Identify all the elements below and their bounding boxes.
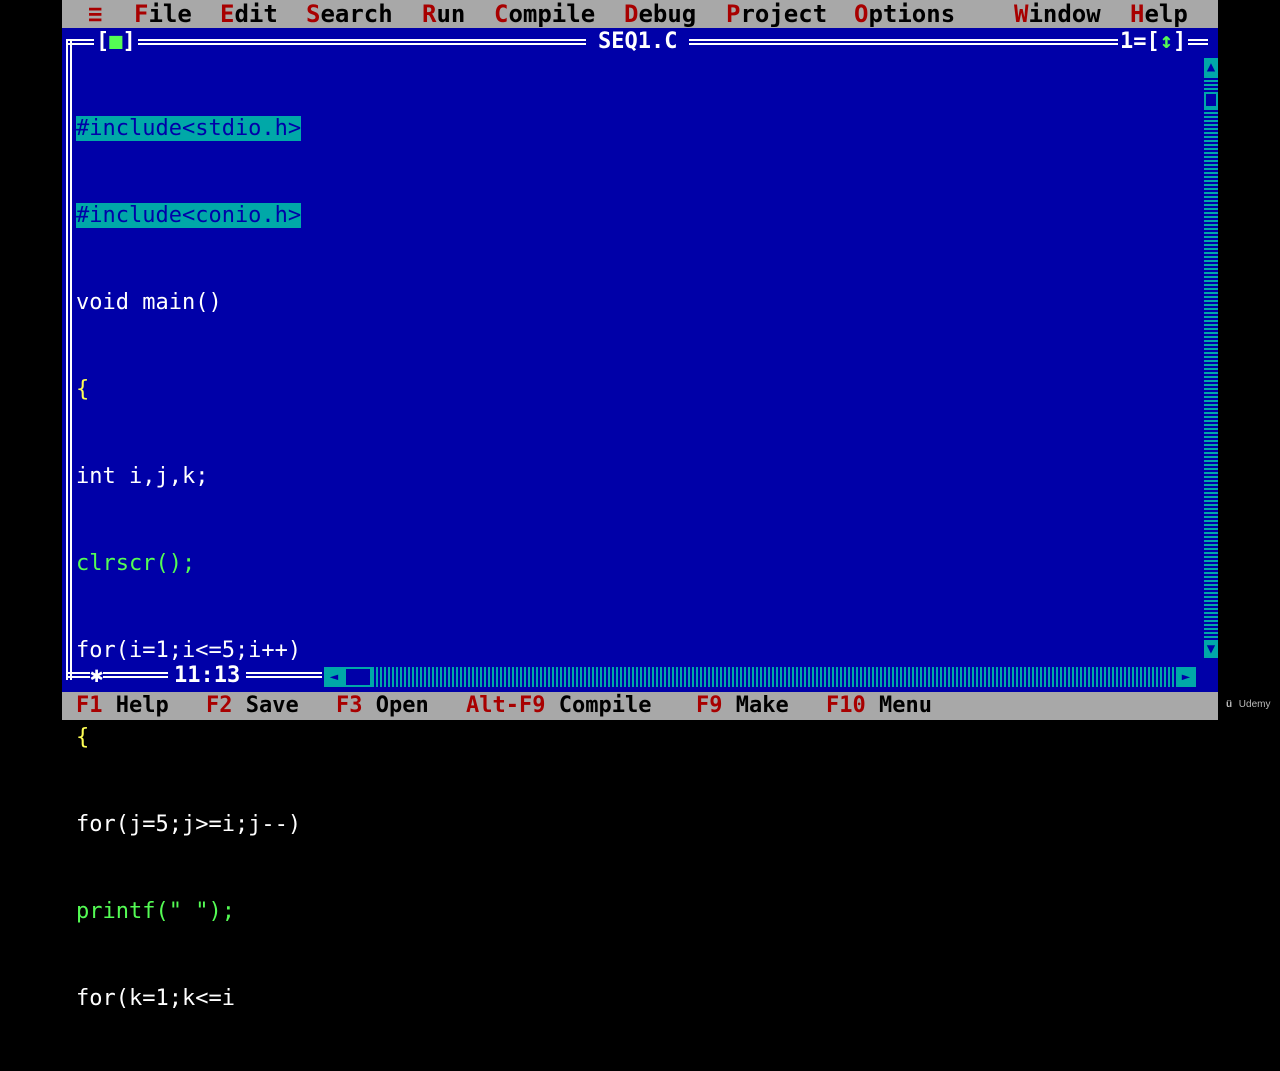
code-line-text: #include<conio.h> <box>76 203 302 228</box>
menu-help[interactable]: Help <box>1130 0 1188 28</box>
udemy-logo-icon: ü <box>1225 699 1233 710</box>
code-line-text: for(k=1;k<=i <box>76 986 235 1011</box>
code-line: { <box>76 375 1202 404</box>
code-line-text: { <box>76 725 90 750</box>
menu-search-label: earch <box>320 0 393 28</box>
code-line: { <box>76 723 1202 752</box>
code-line-text: void main() <box>76 290 222 315</box>
menu-help-label: elp <box>1144 0 1188 28</box>
menu-window[interactable]: Window <box>1014 0 1101 28</box>
menu-edit-label: dit <box>234 0 278 28</box>
horizontal-scrollbar[interactable]: ◄ ► <box>324 667 1196 687</box>
code-line-text: for(j=5;j>=i;j--) <box>76 812 302 837</box>
fkey-save[interactable]: F2 Save <box>206 692 299 720</box>
modified-star-icon: ✱ <box>90 662 104 690</box>
code-line: int i,j,k; <box>76 462 1202 491</box>
menu-compile-hotkey: C <box>494 0 509 28</box>
scroll-right-arrow-icon[interactable]: ► <box>1176 667 1196 687</box>
menu-debug[interactable]: Debug <box>624 0 696 28</box>
menu-search[interactable]: Search <box>306 0 393 28</box>
fkey-compile[interactable]: Alt-F9 Compile <box>466 692 651 720</box>
code-line: #include<conio.h> <box>76 201 1202 230</box>
close-box-icon: ■ <box>109 29 123 54</box>
code-line: for(j=5;j>=i;j--) <box>76 810 1202 839</box>
menu-project-label: roject <box>740 0 828 28</box>
menu-window-hotkey: W <box>1014 0 1029 28</box>
menu-project[interactable]: Project <box>726 0 827 28</box>
code-line-text: int i,j,k; <box>76 464 209 489</box>
window-number-bracket: ] <box>1173 29 1187 54</box>
horizontal-scroll-thumb[interactable] <box>344 667 372 687</box>
menu-compile[interactable]: Compile <box>494 0 595 28</box>
fkey-label: Make <box>735 693 789 718</box>
fkey-open[interactable]: F3 Open <box>336 692 429 720</box>
menu-project-hotkey: P <box>726 0 741 28</box>
code-line: printf(" "); <box>76 897 1202 926</box>
code-line-text: clrscr(); <box>76 551 196 576</box>
window-close-box[interactable]: [■] <box>94 30 138 54</box>
close-box-bracket-right: ] <box>122 29 136 54</box>
cursor-position: 11:13 <box>168 662 247 690</box>
zoom-arrow-icon: ↕ <box>1159 29 1173 54</box>
code-line: for(i=1;i<=5;i++) <box>76 636 1202 665</box>
menu-options-hotkey: O <box>854 0 869 28</box>
fkey-label: Compile <box>558 693 652 718</box>
menu-search-hotkey: S <box>306 0 321 28</box>
window-title: SEQ1.C <box>586 30 690 54</box>
menu-file-hotkey: F <box>134 0 149 28</box>
menu-run-label: un <box>436 0 466 28</box>
code-line: for(k=1;k<=i <box>76 984 1202 1013</box>
code-editor[interactable]: #include<stdio.h> #include<conio.h> void… <box>76 56 1202 1011</box>
menu-run[interactable]: Run <box>422 0 465 28</box>
system-menu-icon[interactable]: ≡ <box>88 0 102 28</box>
frame-left-border <box>66 40 72 680</box>
code-line: #include<stdio.h> <box>76 114 1202 143</box>
code-line-text: for(i=1;i<=5;i++) <box>76 638 302 663</box>
code-line-text: printf(" "); <box>76 899 235 924</box>
fkey-key: F9 <box>696 693 723 718</box>
menu-bar: ≡ File Edit Search Run Compile Debug Pro… <box>62 0 1218 28</box>
menu-run-hotkey: R <box>422 0 437 28</box>
menu-debug-label: ebug <box>638 0 697 28</box>
fkey-key: F1 <box>76 693 103 718</box>
fkey-help[interactable]: F1 Help <box>76 692 169 720</box>
fkey-label: Open <box>375 693 429 718</box>
editor-window-titlebar: [■] SEQ1.C 1=[↕] <box>66 30 1216 54</box>
close-box-bracket-left: [ <box>96 29 110 54</box>
menu-file-label: ile <box>148 0 192 28</box>
window-number-zoom[interactable]: 1=[↕] <box>1118 29 1189 54</box>
scroll-left-arrow-icon[interactable]: ◄ <box>324 667 344 687</box>
fkey-key: F10 <box>826 693 866 718</box>
scroll-down-arrow-icon[interactable]: ▼ <box>1204 640 1218 658</box>
menu-edit-hotkey: E <box>220 0 235 28</box>
menu-compile-label: ompile <box>508 0 596 28</box>
vertical-scroll-thumb[interactable] <box>1204 92 1218 108</box>
fkey-key: F2 <box>206 693 233 718</box>
vertical-scrollbar[interactable]: ▲ ▼ <box>1204 58 1218 658</box>
fkey-label: Save <box>245 693 299 718</box>
fkey-make[interactable]: F9 Make <box>696 692 789 720</box>
code-line-text: { <box>76 377 90 402</box>
function-key-bar: F1 Help F2 Save F3 Open Alt-F9 Compile F… <box>62 692 1218 720</box>
menu-file[interactable]: File <box>134 0 192 28</box>
menu-options[interactable]: Options <box>854 0 955 28</box>
turbo-c-ide: ≡ File Edit Search Run Compile Debug Pro… <box>62 0 1218 1011</box>
fkey-key: F3 <box>336 693 363 718</box>
fkey-key: Alt-F9 <box>466 693 546 718</box>
udemy-watermark: ü Udemy <box>1222 698 1271 712</box>
code-line: clrscr(); <box>76 549 1202 578</box>
menu-help-hotkey: H <box>1130 0 1145 28</box>
scroll-up-arrow-icon[interactable]: ▲ <box>1204 58 1218 76</box>
menu-debug-hotkey: D <box>624 0 639 28</box>
menu-edit[interactable]: Edit <box>220 0 278 28</box>
menu-window-label: indow <box>1028 0 1101 28</box>
fkey-label: Help <box>115 693 169 718</box>
code-line: void main() <box>76 288 1202 317</box>
code-line-text: #include<stdio.h> <box>76 116 302 141</box>
fkey-menu[interactable]: F10 Menu <box>826 692 932 720</box>
menu-options-label: ptions <box>868 0 956 28</box>
fkey-label: Menu <box>879 693 932 718</box>
watermark-text: Udemy <box>1238 699 1271 710</box>
window-number: 1=[ <box>1120 29 1160 54</box>
